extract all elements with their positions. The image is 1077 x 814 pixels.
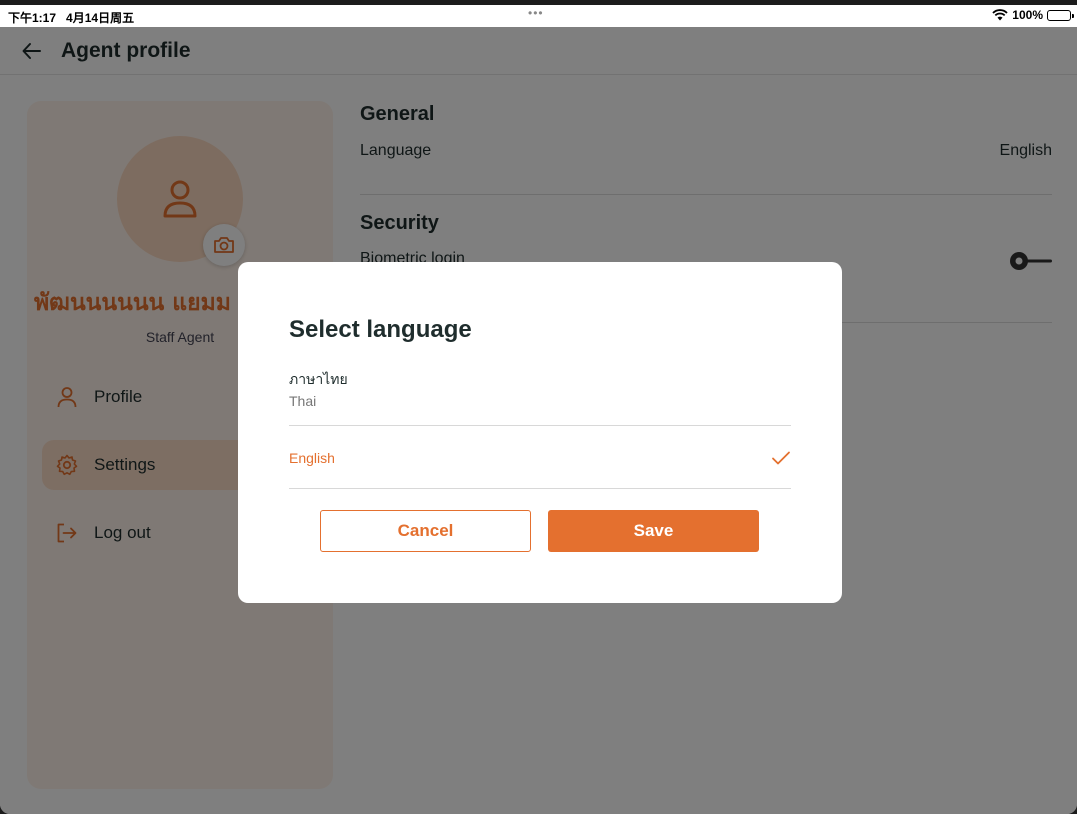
language-option-english[interactable]: English — [289, 427, 791, 489]
status-right: 100% — [992, 8, 1074, 22]
option-label: English — [289, 449, 335, 466]
multitask-dots[interactable]: ••• — [528, 6, 544, 20]
cancel-button[interactable]: Cancel — [320, 510, 531, 552]
status-time-text: 下午1:17 — [8, 11, 57, 25]
option-english-label: Thai — [289, 393, 317, 409]
dialog-title: Select language — [289, 316, 472, 343]
status-bar: 下午1:17 4月14日周五 ••• 100% — [0, 5, 1077, 27]
battery-percent: 100% — [1012, 8, 1043, 22]
checkmark-icon — [772, 451, 790, 464]
option-native-label: ภาษาไทย — [289, 371, 348, 387]
save-button[interactable]: Save — [548, 510, 759, 552]
select-language-dialog: Select language ภาษาไทย Thai English Can… — [238, 262, 842, 603]
status-time: 下午1:17 4月14日周五 — [8, 9, 134, 26]
wifi-icon — [992, 9, 1008, 21]
language-option-thai[interactable]: ภาษาไทย Thai — [289, 369, 791, 426]
battery-icon — [1047, 9, 1074, 21]
app-screen: 下午1:17 4月14日周五 ••• 100% Agent profile — [0, 5, 1077, 814]
status-date-text: 4月14日周五 — [66, 11, 135, 25]
